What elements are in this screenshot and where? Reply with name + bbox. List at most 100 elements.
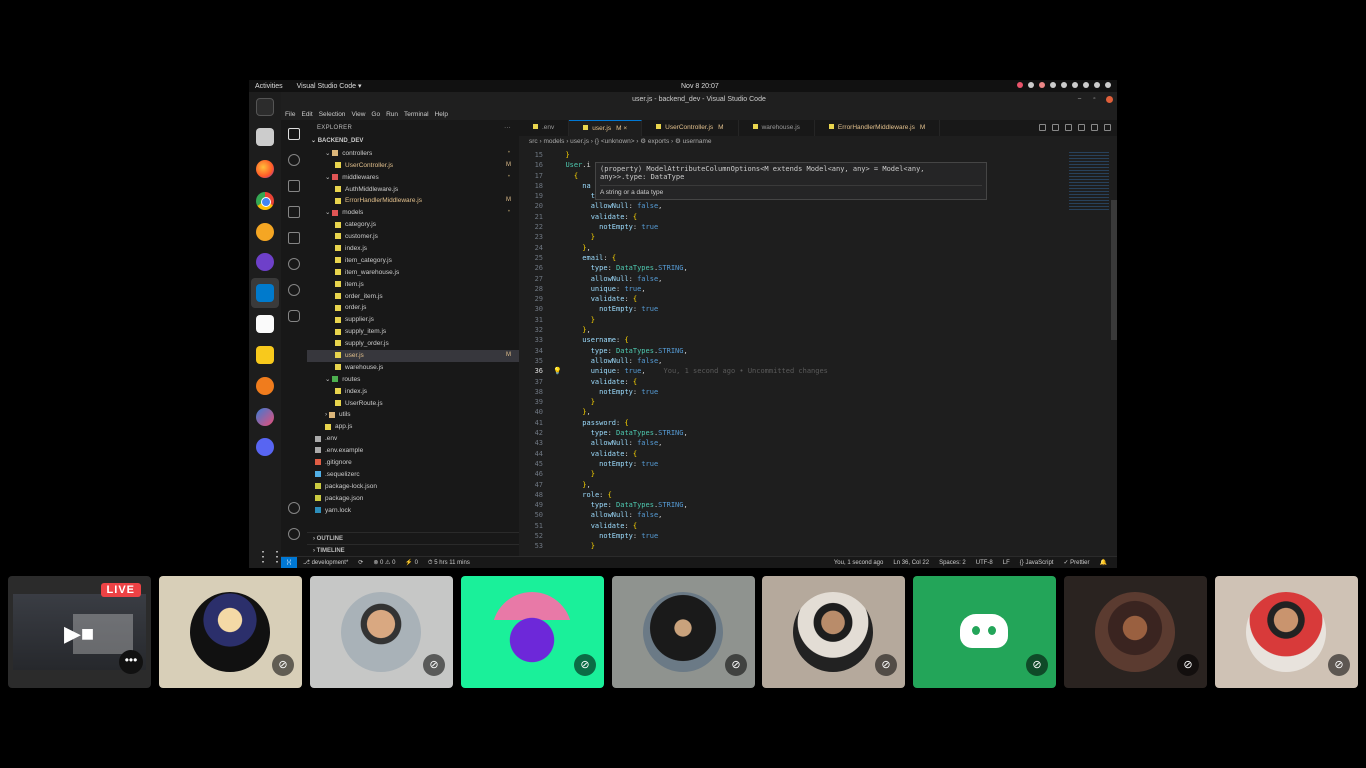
encoding[interactable]: UTF-8 — [976, 557, 993, 568]
more-options-icon[interactable]: ••• — [119, 650, 143, 674]
more-actions-icon[interactable] — [1104, 124, 1111, 131]
code-line[interactable]: 20 allowNull: false, — [519, 201, 1117, 211]
chrome-icon[interactable] — [256, 192, 274, 210]
minimize-icon[interactable]: – — [1076, 96, 1083, 103]
postman-icon[interactable] — [256, 223, 274, 241]
code-line[interactable]: 29 validate: { — [519, 294, 1117, 304]
notifications-icon[interactable]: 🔔 — [1100, 557, 1107, 568]
code-line[interactable]: 51 validate: { — [519, 521, 1117, 531]
participant-tile[interactable]: ⊘ — [762, 576, 905, 688]
discord-icon[interactable] — [256, 438, 274, 456]
editor-tab[interactable]: .env — [519, 120, 570, 136]
tree-item[interactable]: .gitignore — [307, 457, 519, 469]
remote-explorer-icon[interactable] — [288, 284, 300, 296]
open-changes-icon[interactable] — [1078, 124, 1085, 131]
timeline-section[interactable]: › TIMELINE — [307, 544, 519, 556]
tree-item[interactable]: .env.example — [307, 445, 519, 457]
source-control-icon[interactable] — [288, 180, 300, 192]
code-line[interactable]: 27 allowNull: false, — [519, 274, 1117, 284]
code-line[interactable]: 24 }, — [519, 243, 1117, 253]
code-line[interactable]: 47 }, — [519, 480, 1117, 490]
tree-item[interactable]: › utils — [307, 409, 519, 421]
compare-icon[interactable] — [1039, 124, 1046, 131]
tree-item[interactable]: yarn.lock — [307, 505, 519, 517]
breadcrumb[interactable]: src › models › user.js › {} <unknown> › … — [519, 136, 1117, 148]
tree-item[interactable]: package.json — [307, 493, 519, 505]
tree-item[interactable]: ⌄ middlewares • — [307, 172, 519, 184]
code-line[interactable]: 44 validate: { — [519, 449, 1117, 459]
code-line[interactable]: 42 type: DataTypes.STRING, — [519, 428, 1117, 438]
participant-tile[interactable]: ⊘ — [1215, 576, 1358, 688]
participant-tile[interactable]: ⊘ — [461, 576, 604, 688]
tree-item[interactable]: AuthMiddleware.js — [307, 184, 519, 196]
more-actions-icon[interactable]: ··· — [504, 120, 511, 136]
language-mode[interactable]: {} JavaScript — [1020, 557, 1054, 568]
go-back-icon[interactable] — [1052, 124, 1059, 131]
participant-tile[interactable]: ⊘ — [159, 576, 302, 688]
stream-tile[interactable]: LIVE ▶■ ••• — [8, 576, 151, 688]
tree-item[interactable]: warehouse.js — [307, 362, 519, 374]
code-line[interactable]: 31 } — [519, 315, 1117, 325]
account-icon[interactable] — [288, 502, 300, 514]
code-line[interactable]: 38 notEmpty: true — [519, 387, 1117, 397]
code-line[interactable]: 32 }, — [519, 325, 1117, 335]
tree-item[interactable]: app.js — [307, 421, 519, 433]
terminal-icon[interactable] — [256, 98, 274, 116]
code-line[interactable]: 45 notEmpty: true — [519, 459, 1117, 469]
timeline-icon[interactable] — [288, 258, 300, 270]
code-line[interactable]: 30 notEmpty: true — [519, 304, 1117, 314]
menu-file[interactable]: File — [285, 111, 295, 118]
tree-item[interactable]: item_category.js — [307, 255, 519, 267]
code-line[interactable]: 49 type: DataTypes.STRING, — [519, 500, 1117, 510]
tree-item[interactable]: user.js M — [307, 350, 519, 362]
editor-tab[interactable]: user.js M × — [569, 120, 643, 136]
code-line[interactable]: 15 } — [519, 150, 1117, 160]
tree-item[interactable]: order_item.js — [307, 291, 519, 303]
ports-indicator[interactable]: ⚡ 0 — [405, 557, 417, 568]
code-line[interactable]: 33 username: { — [519, 335, 1117, 345]
prettier-status[interactable]: ✓ Prettier — [1063, 557, 1089, 568]
code-line[interactable]: 23 } — [519, 232, 1117, 242]
menu-edit[interactable]: Edit — [301, 111, 312, 118]
files-icon[interactable] — [256, 128, 274, 146]
shared-screen[interactable]: Activities Visual Studio Code ▾ Nov 8 20… — [249, 80, 1117, 568]
tree-item[interactable]: ⌄ routes — [307, 374, 519, 386]
editor-tab[interactable]: UserController.js M — [642, 120, 739, 136]
text-editor-icon[interactable] — [256, 315, 274, 333]
code-line[interactable]: 37 validate: { — [519, 377, 1117, 387]
menu-view[interactable]: View — [351, 111, 365, 118]
docker-icon[interactable] — [288, 310, 300, 322]
cursor-position[interactable]: Ln 36, Col 22 — [893, 557, 929, 568]
clock[interactable]: Nov 8 20:07 — [681, 83, 719, 90]
code-line[interactable]: 41 password: { — [519, 418, 1117, 428]
participant-tile[interactable]: ⊘ — [310, 576, 453, 688]
code-line[interactable]: 43 allowNull: false, — [519, 438, 1117, 448]
menu-terminal[interactable]: Terminal — [404, 111, 429, 118]
code-line[interactable]: 25 email: { — [519, 253, 1117, 263]
lightbulb-icon[interactable]: 💡 — [553, 366, 562, 376]
git-blame-status[interactable]: You, 1 second ago — [834, 557, 884, 568]
explorer-icon[interactable] — [288, 128, 300, 140]
show-apps-icon[interactable]: ⋮⋮⋮ — [256, 547, 298, 565]
tree-item[interactable]: supply_order.js — [307, 338, 519, 350]
tree-item[interactable]: package-lock.json — [307, 481, 519, 493]
tree-item[interactable]: category.js — [307, 219, 519, 231]
code-line[interactable]: 50 allowNull: false, — [519, 510, 1117, 520]
run-debug-icon[interactable] — [288, 206, 300, 218]
participant-tile[interactable]: ⊘ — [612, 576, 755, 688]
remote-indicator-icon[interactable]: ⟩⟨ — [281, 557, 297, 568]
code-line[interactable]: 52 notEmpty: true — [519, 531, 1117, 541]
menu-selection[interactable]: Selection — [319, 111, 346, 118]
tree-item[interactable]: supply_item.js — [307, 326, 519, 338]
tree-item[interactable]: supplier.js — [307, 314, 519, 326]
code-line[interactable]: 35 allowNull: false, — [519, 356, 1117, 366]
code-editor[interactable]: 15 }16 User.i17 {18 na19 type: DataTypes… — [519, 150, 1117, 550]
tree-item[interactable]: index.js — [307, 243, 519, 255]
tree-item[interactable]: item_warehouse.js — [307, 267, 519, 279]
close-icon[interactable] — [1106, 96, 1113, 103]
go-forward-icon[interactable] — [1065, 124, 1072, 131]
tree-item[interactable]: .env — [307, 433, 519, 445]
editor-scrollbar[interactable] — [1111, 200, 1117, 340]
indentation[interactable]: Spaces: 2 — [939, 557, 966, 568]
tree-item[interactable]: UserRoute.js — [307, 398, 519, 410]
